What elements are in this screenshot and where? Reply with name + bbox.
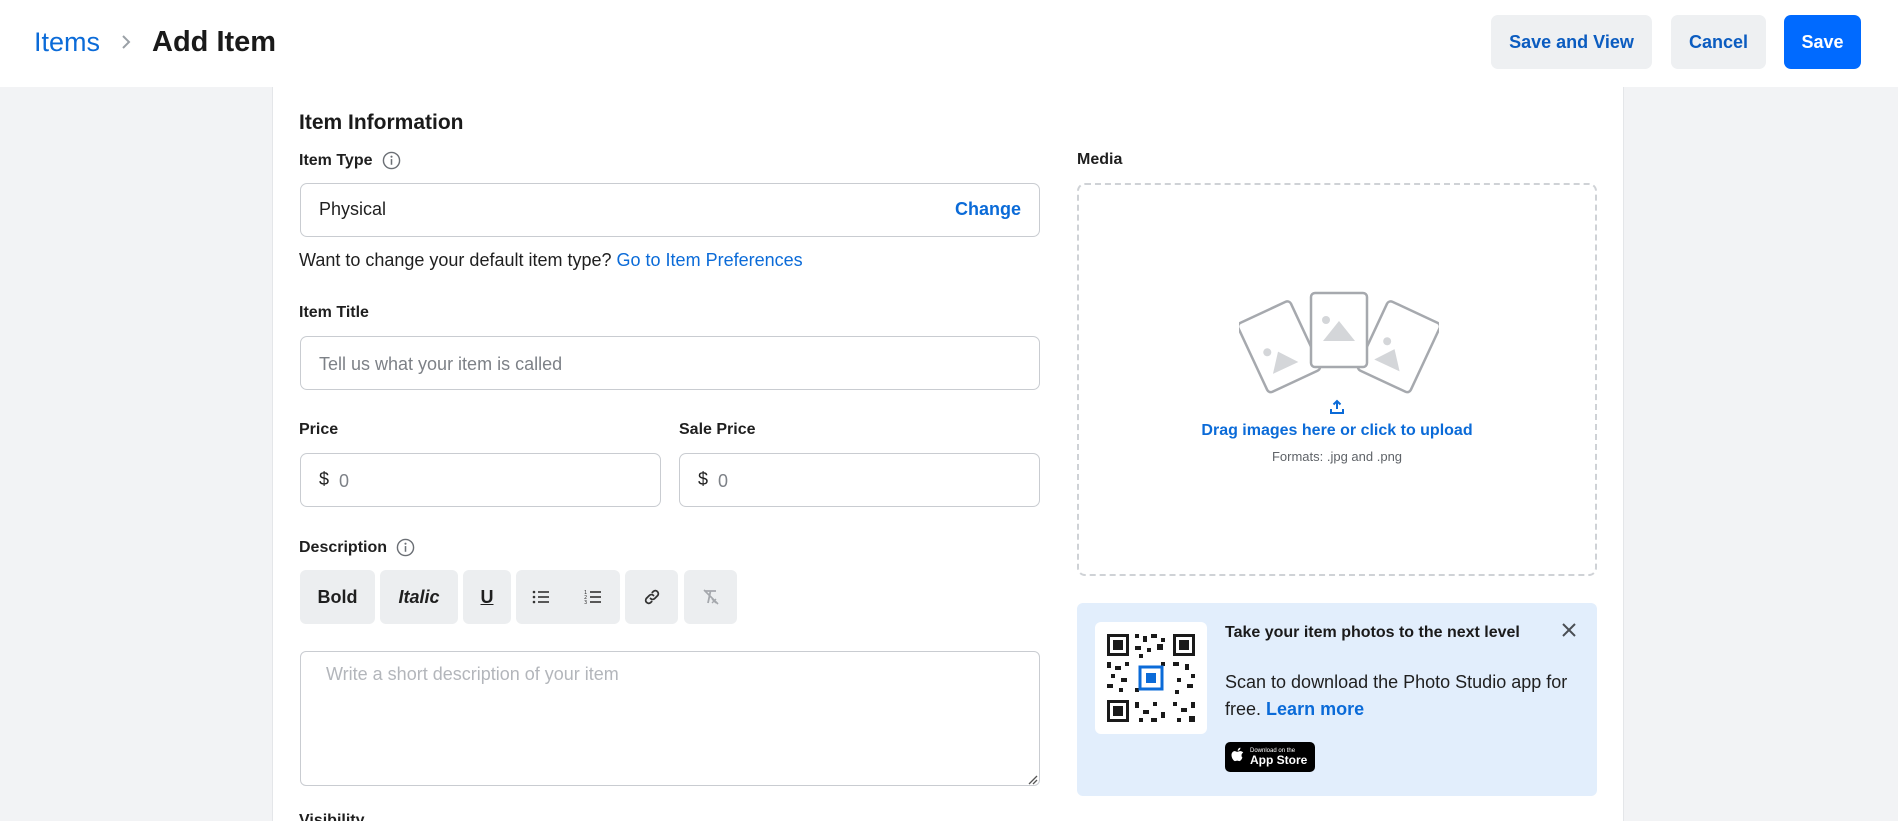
promo-body: Scan to download the Photo Studio app fo… xyxy=(1225,669,1585,723)
description-textarea[interactable] xyxy=(300,651,1040,786)
item-title-input[interactable] xyxy=(319,351,1019,377)
underline-button[interactable]: U xyxy=(463,570,511,624)
bullet-list-icon[interactable] xyxy=(532,589,550,605)
currency-symbol: $ xyxy=(698,469,709,489)
cancel-button[interactable]: Cancel xyxy=(1671,15,1766,69)
bold-button[interactable]: Bold xyxy=(300,570,375,624)
save-and-view-button[interactable]: Save and View xyxy=(1491,15,1652,69)
chevron-right-icon xyxy=(120,35,134,49)
change-item-type-link[interactable]: Change xyxy=(955,199,1021,220)
clear-format-icon xyxy=(701,587,721,607)
link-button[interactable] xyxy=(625,570,678,624)
description-label-text: Description xyxy=(299,538,388,556)
item-type-label-text: Item Type xyxy=(299,151,373,169)
apple-icon xyxy=(1231,747,1245,768)
sale-price-label: Sale Price xyxy=(679,421,756,439)
currency-symbol: $ xyxy=(319,469,330,489)
item-type-value: Physical xyxy=(319,199,387,219)
item-type-help-text: Want to change your default item type? xyxy=(299,250,612,270)
info-icon[interactable] xyxy=(382,151,401,170)
item-type-field: Physical Change xyxy=(300,183,1040,237)
item-title-field xyxy=(300,336,1040,390)
app-store-badge[interactable]: Download on the App Store xyxy=(1225,742,1315,772)
app-store-text: Download on the App Store xyxy=(1250,748,1307,766)
image-dropzone[interactable]: Drag images here or click to upload Form… xyxy=(1077,183,1597,576)
close-icon[interactable] xyxy=(1560,621,1578,639)
clear-format-button[interactable] xyxy=(684,570,737,624)
upload-prompt: Drag images here or click to upload xyxy=(1201,422,1473,439)
images-icon xyxy=(1236,289,1442,400)
photo-studio-promo: Take your item photos to the next level … xyxy=(1077,603,1597,796)
price-input[interactable] xyxy=(339,468,639,494)
sale-price-input[interactable] xyxy=(718,468,1018,494)
sale-price-label-text: Sale Price xyxy=(679,421,756,438)
qr-code-icon xyxy=(1095,622,1207,734)
svg-text:3: 3 xyxy=(584,600,587,605)
breadcrumb-items-link[interactable]: Items xyxy=(34,27,100,58)
item-title-label: Item Title xyxy=(299,304,369,322)
link-icon xyxy=(642,587,662,607)
item-type-help: Want to change your default item type? G… xyxy=(299,250,803,271)
visibility-label: Visibility xyxy=(299,812,365,821)
media-label-text: Media xyxy=(1077,151,1123,168)
breadcrumb: Items Add Item xyxy=(34,22,276,62)
sale-price-field: $ xyxy=(679,453,1040,507)
description-label: Description xyxy=(299,538,415,557)
list-button-group: 123 xyxy=(516,570,620,624)
italic-button[interactable]: Italic xyxy=(380,570,458,624)
upload-icon xyxy=(1329,399,1345,420)
section-title: Item Information xyxy=(299,111,464,134)
item-type-label: Item Type xyxy=(299,151,401,170)
item-preferences-link[interactable]: Go to Item Preferences xyxy=(617,250,803,270)
item-title-label-text: Item Title xyxy=(299,304,369,321)
price-label-text: Price xyxy=(299,421,339,438)
resize-grip-icon[interactable] xyxy=(1026,772,1038,785)
page-header: Items Add Item Save and View Cancel Save xyxy=(0,0,1898,87)
price-field: $ xyxy=(300,453,661,507)
page-title: Add Item xyxy=(152,25,277,58)
save-button[interactable]: Save xyxy=(1784,15,1861,69)
learn-more-link[interactable]: Learn more xyxy=(1266,699,1364,719)
price-label: Price xyxy=(299,421,338,439)
upload-formats: Formats: .jpg and .png xyxy=(1271,449,1403,464)
info-icon[interactable] xyxy=(396,538,415,557)
numbered-list-icon[interactable]: 123 xyxy=(584,589,602,605)
app-store-big-text: App Store xyxy=(1250,753,1308,767)
promo-title: Take your item photos to the next level xyxy=(1225,624,1520,641)
media-label: Media xyxy=(1077,151,1122,169)
